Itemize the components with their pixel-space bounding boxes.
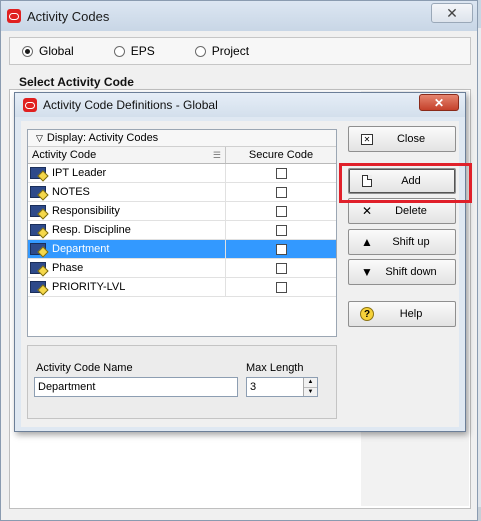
code-label: Department (52, 243, 110, 255)
activity-code-icon (30, 186, 46, 198)
triangle-down-icon: ▼ (361, 265, 373, 279)
code-label: PRIORITY-LVL (52, 281, 126, 293)
dialog-title: Activity Code Definitions - Global (43, 98, 218, 112)
column-header-code-label: Activity Code (32, 149, 97, 161)
radio-global-indicator[interactable] (22, 45, 33, 57)
code-details-panel: Activity Code Name Department Max Length… (27, 345, 337, 419)
max-length-value: 3 (250, 381, 257, 393)
radio-eps[interactable]: EPS (113, 44, 155, 58)
display-menu-label: Display: Activity Codes (46, 132, 159, 144)
select-activity-code-label: Select Activity Code (19, 75, 134, 89)
radio-project-label: Project (211, 44, 250, 58)
column-sort-icon[interactable]: ☰ (213, 150, 221, 161)
radio-global-label: Global (39, 44, 74, 58)
secure-code-checkbox[interactable] (275, 186, 287, 198)
secure-code-checkbox[interactable] (275, 167, 287, 179)
secure-code-checkbox[interactable] (275, 243, 287, 255)
secure-cell (226, 202, 336, 220)
radio-project[interactable]: Project (194, 44, 250, 58)
secure-cell (226, 278, 336, 296)
table-row[interactable]: Phase (28, 259, 336, 278)
grid-header: Activity Code ☰ Secure Code (28, 147, 336, 164)
chevron-down-icon: ▽ (36, 132, 43, 143)
shift-down-button[interactable]: ▼ Shift down (348, 259, 456, 285)
code-cell: Phase (28, 259, 226, 277)
secure-cell (226, 164, 336, 182)
close-button[interactable]: ✕ Close (348, 126, 456, 152)
help-button-label: Help (399, 308, 423, 320)
oracle-logo-icon (23, 98, 37, 112)
dialog-titlebar: Activity Code Definitions - Global ✕ (15, 93, 465, 117)
radio-eps-label: EPS (130, 44, 155, 58)
shift-up-button[interactable]: ▲ Shift up (348, 229, 456, 255)
activity-code-name-input[interactable]: Department (34, 377, 238, 397)
code-label: Phase (52, 262, 84, 274)
code-cell: Resp. Discipline (28, 221, 226, 239)
shift-down-button-label: Shift down (385, 266, 437, 278)
table-row[interactable]: NOTES (28, 183, 336, 202)
code-label: Responsibility (52, 205, 120, 217)
max-length-spinner[interactable]: ▲ ▼ (303, 378, 317, 396)
activity-code-icon (30, 281, 46, 293)
spin-down-icon[interactable]: ▼ (304, 386, 317, 397)
column-header-secure-code[interactable]: Secure Code (226, 147, 336, 163)
shift-up-button-label: Shift up (392, 236, 430, 248)
activity-code-grid: ▽ Display: Activity Codes Activity Code … (27, 129, 337, 337)
oracle-logo-icon (7, 9, 21, 23)
scope-radio-group: Global EPS Project (9, 37, 471, 65)
delete-x-icon: ✕ (361, 204, 373, 218)
max-length-label: Max Length (246, 362, 304, 374)
secure-cell (226, 259, 336, 277)
code-cell: Responsibility (28, 202, 226, 220)
secure-cell (226, 221, 336, 239)
activity-code-icon (30, 243, 46, 255)
code-cell: NOTES (28, 183, 226, 201)
table-row[interactable]: Resp. Discipline (28, 221, 336, 240)
code-label: NOTES (52, 186, 90, 198)
secure-cell (226, 183, 336, 201)
window-title: Activity Codes (27, 8, 110, 24)
max-length-input[interactable]: 3 ▲ ▼ (246, 377, 318, 397)
secure-code-checkbox[interactable] (275, 205, 287, 217)
table-row[interactable]: IPT Leader (28, 164, 336, 183)
table-row[interactable]: PRIORITY-LVL (28, 278, 336, 297)
table-row-selected[interactable]: Department (28, 240, 336, 259)
highlight-annotation-box (339, 163, 472, 203)
triangle-up-icon: ▲ (361, 235, 373, 249)
code-cell: PRIORITY-LVL (28, 278, 226, 296)
close-button-label: Close (396, 133, 426, 145)
activity-code-icon (30, 262, 46, 274)
activity-code-icon (30, 167, 46, 179)
activity-codes-titlebar: Activity Codes ✕ (1, 1, 477, 31)
radio-project-indicator[interactable] (194, 45, 206, 57)
close-dialog-icon: ✕ (357, 133, 377, 145)
secure-code-checkbox[interactable] (275, 281, 287, 293)
table-row[interactable]: Responsibility (28, 202, 336, 221)
display-menu[interactable]: ▽ Display: Activity Codes (28, 130, 336, 147)
help-icon: ? (357, 307, 377, 321)
secure-cell (226, 240, 336, 258)
column-header-secure-label: Secure Code (248, 149, 314, 161)
activity-code-icon (30, 224, 46, 236)
radio-eps-indicator[interactable] (113, 45, 125, 57)
delete-button-label: Delete (395, 205, 427, 217)
activity-code-name-label: Activity Code Name (36, 362, 133, 374)
radio-global[interactable]: Global (22, 44, 74, 58)
code-label: Resp. Discipline (52, 224, 131, 236)
column-header-activity-code[interactable]: Activity Code ☰ (28, 147, 226, 163)
help-button[interactable]: ? Help (348, 301, 456, 327)
code-cell: IPT Leader (28, 164, 226, 182)
dialog-close-button[interactable]: ✕ (419, 94, 459, 111)
code-cell: Department (28, 240, 226, 258)
secure-code-checkbox[interactable] (275, 224, 287, 236)
code-label: IPT Leader (52, 167, 107, 179)
activity-code-icon (30, 205, 46, 217)
spin-up-icon[interactable]: ▲ (304, 378, 317, 387)
secure-code-checkbox[interactable] (275, 262, 287, 274)
window-close-button[interactable]: ✕ (431, 3, 473, 23)
